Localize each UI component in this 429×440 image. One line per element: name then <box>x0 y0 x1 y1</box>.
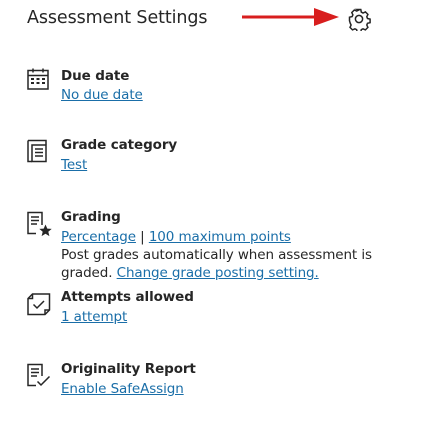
max-points-link[interactable]: 100 maximum points <box>149 229 291 245</box>
originality-report-section: Originality Report Enable SafeAssign <box>0 360 429 400</box>
attempts-icon <box>27 293 51 316</box>
grade-posting-text-end: graded. <box>61 265 113 281</box>
gear-icon[interactable] <box>347 7 371 31</box>
grading-section: Grading Percentage | 100 maximum points … <box>0 208 429 281</box>
grade-category-link[interactable]: Test <box>61 157 87 173</box>
grade-posting-text: Post grades automatically when assessmen… <box>61 247 372 263</box>
due-date-section: Due date No due date <box>0 66 429 106</box>
grade-type-link[interactable]: Percentage <box>61 229 136 245</box>
grading-label: Grading <box>61 209 121 225</box>
attempts-label: Attempts allowed <box>61 289 194 305</box>
due-date-link[interactable]: No due date <box>61 87 143 103</box>
page-title: Assessment Settings <box>27 8 208 28</box>
grade-category-label: Grade category <box>61 137 178 153</box>
change-grade-posting-link[interactable]: Change grade posting setting. <box>117 265 319 281</box>
red-arrow-annotation <box>242 8 339 26</box>
grade-category-section: Grade category Test <box>0 136 429 176</box>
separator: | <box>140 229 145 245</box>
grading-icon <box>27 211 52 237</box>
originality-report-icon <box>27 363 51 387</box>
originality-report-label: Originality Report <box>61 361 196 377</box>
attempts-section: Attempts allowed 1 attempt <box>0 288 429 328</box>
enable-safeassign-link[interactable]: Enable SafeAssign <box>61 381 184 397</box>
header: Assessment Settings <box>0 0 429 40</box>
attempts-link[interactable]: 1 attempt <box>61 309 127 325</box>
grade-category-icon <box>27 139 47 163</box>
due-date-label: Due date <box>61 68 130 84</box>
calendar-icon <box>27 68 49 90</box>
